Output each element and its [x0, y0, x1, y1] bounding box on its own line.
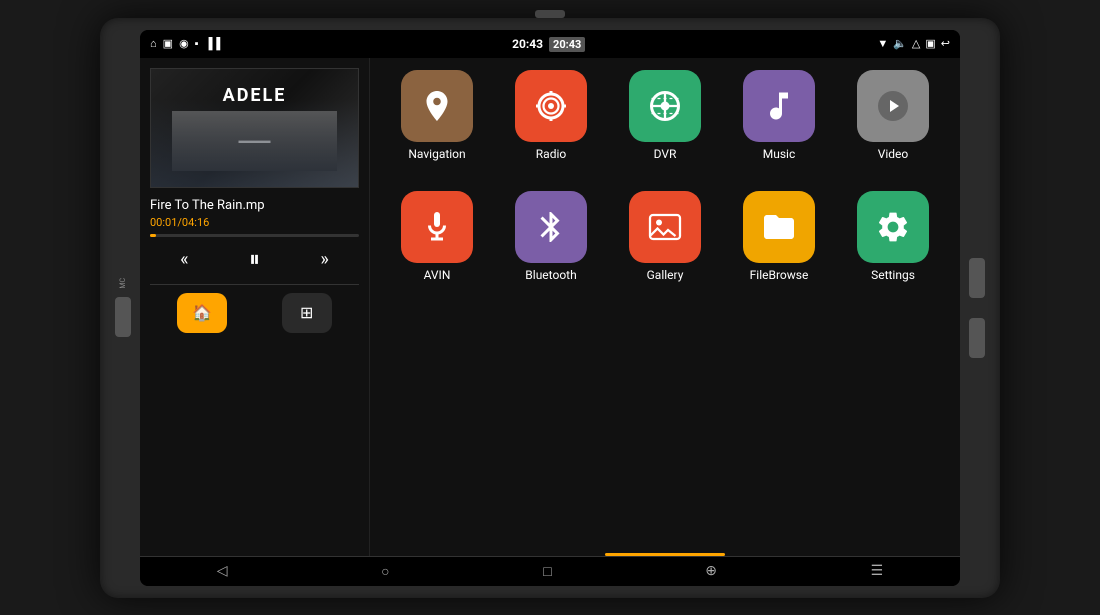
side-left: MC	[112, 30, 134, 586]
gallery-label: Gallery	[647, 268, 684, 282]
app-row-1: Navigation Radio DVR	[380, 70, 950, 161]
radio-label: Radio	[536, 147, 566, 161]
album-art: ADELE ▬▬▬▬	[150, 68, 359, 188]
screen-content: ADELE ▬▬▬▬ Fire To The Rain.mp 00:01/04:…	[140, 58, 960, 556]
progress-fill	[150, 234, 156, 237]
top-connector	[535, 10, 565, 18]
video-icon	[857, 70, 929, 142]
home-status-icon: ⌂	[150, 37, 157, 50]
apps-icon: ⊞	[300, 303, 313, 322]
eject-icon: △	[912, 37, 920, 50]
menu-nav-button[interactable]: ☰	[856, 563, 899, 579]
settings-icon	[857, 191, 929, 263]
app-avin[interactable]: AVIN	[392, 191, 482, 282]
settings-label: Settings	[871, 268, 915, 282]
window-status-icon: ▣	[163, 37, 173, 50]
navigation-icon	[401, 70, 473, 142]
app-filebrowse[interactable]: FileBrowse	[734, 191, 824, 282]
home-icon: 🏠	[192, 303, 212, 322]
radio-icon	[515, 70, 587, 142]
dvr-icon	[629, 70, 701, 142]
dot-status-icon: ◉	[179, 37, 189, 50]
status-right-icons: ▼ 🔈 △ ▣ ↩	[877, 37, 950, 50]
android-nav-bar: ◁ ○ □ ⊕ ☰	[140, 556, 960, 586]
apps-button[interactable]: ⊞	[282, 293, 332, 333]
app-bluetooth[interactable]: Bluetooth	[506, 191, 596, 282]
device-main: MC ⌂ ▣ ◉ ▪ ▐▐ 20:43 20:43 ▼	[112, 30, 988, 586]
avin-icon	[401, 191, 473, 263]
volume-nav-button[interactable]: ⊕	[690, 563, 732, 579]
play-pause-button[interactable]: ⏸	[249, 247, 260, 272]
app-dvr[interactable]: DVR	[620, 70, 710, 161]
app-music[interactable]: Music	[734, 70, 824, 161]
playback-controls: « ⏸ »	[150, 247, 359, 272]
app-grid: Navigation Radio DVR	[370, 58, 960, 556]
avin-label: AVIN	[424, 268, 451, 282]
navigation-label: Navigation	[408, 147, 465, 161]
app-row-2: AVIN Bluetooth Gallery	[380, 191, 950, 282]
app-radio[interactable]: Radio	[506, 70, 596, 161]
side-button-right-top[interactable]	[969, 258, 985, 298]
album-art-overlay	[151, 99, 358, 187]
volume-icon: 🔈	[893, 37, 907, 50]
video-label: Video	[878, 147, 909, 161]
app-settings[interactable]: Settings	[848, 191, 938, 282]
app-video[interactable]: Video	[848, 70, 938, 161]
status-bar: ⌂ ▣ ◉ ▪ ▐▐ 20:43 20:43 ▼ 🔈 △ ▣ ↩	[140, 30, 960, 58]
wifi-icon: ▼	[877, 37, 888, 50]
screen-icon: ▣	[925, 37, 935, 50]
next-button[interactable]: »	[320, 249, 328, 270]
home-nav-button[interactable]: ○	[366, 563, 404, 580]
track-name: Fire To The Rain.mp	[150, 198, 359, 213]
dvr-label: DVR	[654, 147, 677, 161]
mic-label: MC	[119, 278, 127, 289]
car-head-unit: MC ⌂ ▣ ◉ ▪ ▐▐ 20:43 20:43 ▼	[100, 18, 1000, 598]
battery-status-icon: ▐▐	[205, 37, 221, 50]
prev-button[interactable]: «	[180, 249, 188, 270]
filebrowse-icon	[743, 191, 815, 263]
status-left-icons: ⌂ ▣ ◉ ▪ ▐▐	[150, 37, 220, 50]
bluetooth-icon	[515, 191, 587, 263]
square-status-icon: ▪	[195, 37, 199, 50]
app-gallery[interactable]: Gallery	[620, 191, 710, 282]
player-bottom-bar: 🏠 ⊞	[150, 284, 359, 333]
filebrowse-label: FileBrowse	[750, 268, 809, 282]
back-nav-button[interactable]: ◁	[202, 563, 243, 579]
track-time: 00:01/04:16	[150, 216, 359, 229]
side-right	[966, 30, 988, 586]
gallery-icon	[629, 191, 701, 263]
music-panel: ADELE ▬▬▬▬ Fire To The Rain.mp 00:01/04:…	[140, 58, 370, 556]
bluetooth-label: Bluetooth	[525, 268, 576, 282]
app-navigation[interactable]: Navigation	[392, 70, 482, 161]
status-time: 20:43 20:43	[512, 37, 585, 51]
progress-bar[interactable]	[150, 234, 359, 237]
music-icon	[743, 70, 815, 142]
back-icon: ↩	[941, 37, 950, 50]
home-button[interactable]: 🏠	[177, 293, 227, 333]
screen: ⌂ ▣ ◉ ▪ ▐▐ 20:43 20:43 ▼ 🔈 △ ▣ ↩	[140, 30, 960, 586]
side-button-right-bottom[interactable]	[969, 318, 985, 358]
music-label: Music	[763, 147, 795, 161]
recents-nav-button[interactable]: □	[528, 563, 566, 580]
time-box: 20:43	[549, 37, 585, 52]
side-button-left[interactable]	[115, 297, 131, 337]
